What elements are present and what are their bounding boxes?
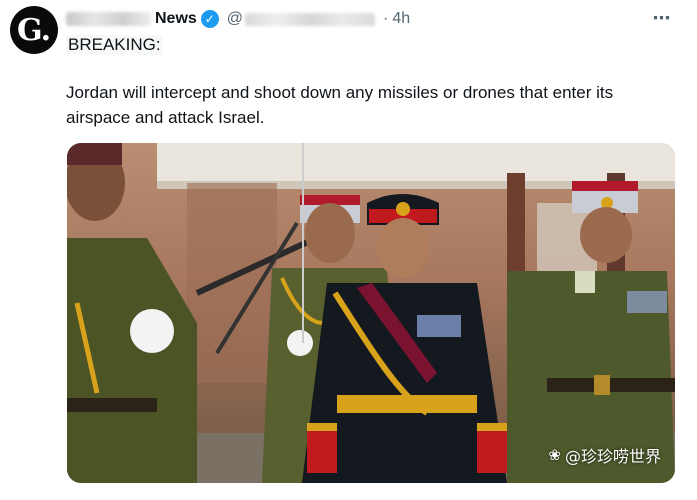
watermark-text: @珍珍唠世界: [564, 447, 661, 466]
post-time[interactable]: 4h: [392, 10, 410, 28]
blurred-account-prefix: [66, 12, 151, 26]
verified-badge-icon: ✓: [200, 10, 219, 28]
blurred-handle: [245, 12, 376, 26]
post-text: Jordan will intercept and shoot down any…: [66, 83, 614, 127]
photo-watermark: ❀ @珍珍唠世界: [548, 443, 661, 467]
post-header: News ✓ @ · 4h: [66, 8, 677, 30]
photo-illustration: [67, 143, 675, 483]
post-label: BREAKING:: [66, 35, 163, 55]
more-options-icon[interactable]: ⋯: [649, 8, 675, 28]
separator-dot: ·: [383, 10, 389, 27]
avatar-dot: .: [40, 12, 52, 48]
handle-at-sign[interactable]: @: [227, 10, 243, 28]
post-photo[interactable]: ❀ @珍珍唠世界: [67, 143, 675, 483]
watermark-flower-icon: ❀: [548, 446, 561, 464]
account-name[interactable]: News: [155, 10, 197, 28]
avatar-letter: G: [16, 12, 43, 48]
avatar[interactable]: G.: [10, 6, 58, 54]
